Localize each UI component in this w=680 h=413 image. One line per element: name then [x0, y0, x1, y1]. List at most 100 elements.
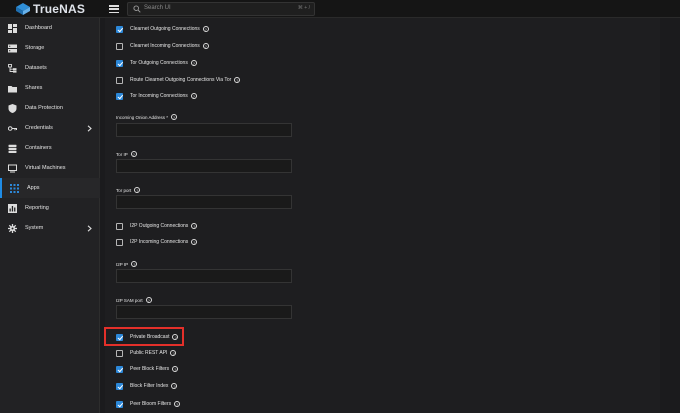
tor-ip-input[interactable] [116, 159, 292, 173]
help-icon[interactable]: ? [171, 114, 178, 120]
sidebar-item-containers[interactable]: Containers [0, 138, 100, 158]
sidebar-item-shares[interactable]: Shares [0, 78, 100, 98]
shield-icon [8, 103, 17, 113]
sidebar-item-data-protection[interactable]: Data Protection [0, 98, 100, 118]
help-icon[interactable]: ? [234, 77, 241, 83]
peer-block-filters-checkbox[interactable]: Peer Block Filters ? [116, 363, 179, 375]
top-bar: TrueNAS Search UI ⌘ + / [0, 0, 680, 18]
checkbox-label: Tor Outgoing Connections [130, 60, 188, 66]
help-icon[interactable]: ? [202, 43, 209, 49]
storage-icon [8, 44, 17, 52]
sidebar-item-system[interactable]: System [0, 218, 100, 238]
clearnet-incoming-checkbox[interactable]: Clearnet Incoming Connections ? [116, 40, 209, 52]
checkbox-label: Peer Bloom Filters [130, 401, 172, 407]
checkbox-label: Clearnet Outgoing Connections [130, 26, 200, 32]
checkbox-label: Public REST API [130, 350, 168, 356]
help-icon[interactable]: ? [191, 223, 198, 229]
sidebar-item-reporting[interactable]: Reporting [0, 198, 100, 218]
reporting-icon [8, 203, 17, 213]
checkbox-label: I2P Incoming Connections [130, 239, 189, 245]
key-icon [8, 125, 17, 131]
checkbox-checked[interactable] [116, 25, 123, 33]
search-icon [133, 5, 141, 13]
checkbox-label: I2P Outgoing Connections [130, 223, 189, 229]
tor-outgoing-checkbox[interactable]: Tor Outgoing Connections ? [116, 57, 197, 69]
truenas-logo[interactable]: TrueNAS [16, 2, 85, 16]
help-icon[interactable]: ? [191, 239, 198, 245]
sidebar: Dashboard Storage Datasets Shares Data P… [0, 18, 100, 413]
tor-port-input[interactable] [116, 195, 292, 209]
tor-incoming-checkbox[interactable]: Tor Incoming Connections ? [116, 90, 197, 102]
checkbox-unchecked[interactable] [116, 222, 123, 230]
help-icon[interactable]: ? [131, 261, 138, 267]
help-icon[interactable]: ? [145, 297, 152, 303]
checkbox-checked[interactable] [116, 365, 123, 373]
chevron-right-icon [87, 124, 92, 132]
apps-grid-icon [10, 183, 19, 193]
checkbox-unchecked[interactable] [116, 238, 123, 246]
help-icon[interactable]: ? [171, 383, 178, 389]
field-label-text: Incoming Onion Address * [116, 114, 169, 120]
route-clearnet-via-tor-checkbox[interactable]: Route Clearnet Outgoing Connections Via … [116, 74, 241, 86]
incoming-tor-address-label: Incoming Onion Address * ? [116, 113, 178, 121]
checkbox-label: Clearnet Incoming Connections [130, 43, 200, 49]
gear-icon [8, 223, 17, 233]
checkbox-label: Block Filter Index [130, 383, 169, 389]
i2p-ip-input[interactable] [116, 269, 292, 283]
help-icon[interactable]: ? [172, 366, 179, 372]
hamburger-menu-icon[interactable] [109, 4, 119, 14]
search-input[interactable]: Search UI ⌘ + / [127, 2, 315, 16]
checkbox-unchecked[interactable] [116, 76, 123, 84]
checkbox-checked[interactable] [116, 59, 123, 67]
sidebar-item-apps[interactable]: Apps [0, 178, 100, 198]
app-config-form: Clearnet Outgoing Connections ? Clearnet… [105, 18, 660, 413]
sidebar-item-label: Virtual Machines [25, 165, 66, 171]
public-rest-api-checkbox[interactable]: Public REST API ? [116, 347, 177, 359]
clearnet-outgoing-checkbox[interactable]: Clearnet Outgoing Connections ? [116, 23, 209, 35]
field-label-text: I2P IP [116, 261, 129, 267]
sidebar-item-label: Reporting [25, 205, 49, 211]
dashboard-icon [8, 23, 17, 33]
field-label-text: Tor IP [116, 151, 128, 157]
i2p-incoming-checkbox[interactable]: I2P Incoming Connections ? [116, 236, 198, 248]
checkbox-unchecked[interactable] [116, 349, 123, 357]
checkbox-checked[interactable] [116, 400, 123, 408]
checkbox-checked[interactable] [116, 92, 123, 100]
block-filter-index-checkbox[interactable]: Block Filter Index ? [116, 380, 178, 392]
sidebar-item-label: System [25, 225, 44, 231]
datasets-icon [8, 63, 17, 73]
help-icon[interactable]: ? [202, 26, 209, 32]
sidebar-item-credentials[interactable]: Credentials [0, 118, 100, 138]
checkbox-unchecked[interactable] [116, 42, 123, 50]
help-icon[interactable]: ? [130, 151, 137, 157]
sidebar-item-dashboard[interactable]: Dashboard [0, 18, 100, 38]
help-icon[interactable]: ? [190, 60, 197, 66]
checkbox-label: Route Clearnet Outgoing Connections Via … [130, 77, 232, 83]
i2p-sam-port-label: I2P SAM port ? [116, 296, 152, 304]
highlight-box [104, 327, 184, 346]
sidebar-item-storage[interactable]: Storage [0, 38, 100, 58]
i2p-ip-label: I2P IP ? [116, 260, 138, 268]
chevron-right-icon [87, 224, 92, 232]
help-icon[interactable]: ? [170, 350, 177, 356]
sidebar-item-datasets[interactable]: Datasets [0, 58, 100, 78]
help-icon[interactable]: ? [190, 93, 197, 99]
sidebar-item-label: Datasets [25, 65, 47, 71]
help-icon[interactable]: ? [134, 187, 141, 193]
brand-name: TrueNAS [33, 2, 86, 16]
field-label-text: I2P SAM port [116, 297, 143, 303]
peer-bloom-filters-checkbox[interactable]: Peer Bloom Filters ? [116, 398, 181, 410]
main-content: Clearnet Outgoing Connections ? Clearnet… [100, 18, 680, 413]
search-placeholder: Search UI [144, 5, 171, 11]
sidebar-item-label: Apps [27, 185, 40, 191]
i2p-outgoing-checkbox[interactable]: I2P Outgoing Connections ? [116, 220, 198, 232]
incoming-tor-address-input[interactable] [116, 123, 292, 137]
tor-port-label: Tor port ? [116, 186, 141, 194]
checkbox-label: Peer Block Filters [130, 366, 170, 372]
checkbox-checked[interactable] [116, 382, 123, 390]
tor-ip-label: Tor IP ? [116, 150, 137, 158]
sidebar-item-virtual-machines[interactable]: Virtual Machines [0, 158, 100, 178]
i2p-sam-port-input[interactable] [116, 305, 292, 319]
sidebar-item-label: Containers [25, 145, 52, 151]
help-icon[interactable]: ? [174, 401, 181, 407]
